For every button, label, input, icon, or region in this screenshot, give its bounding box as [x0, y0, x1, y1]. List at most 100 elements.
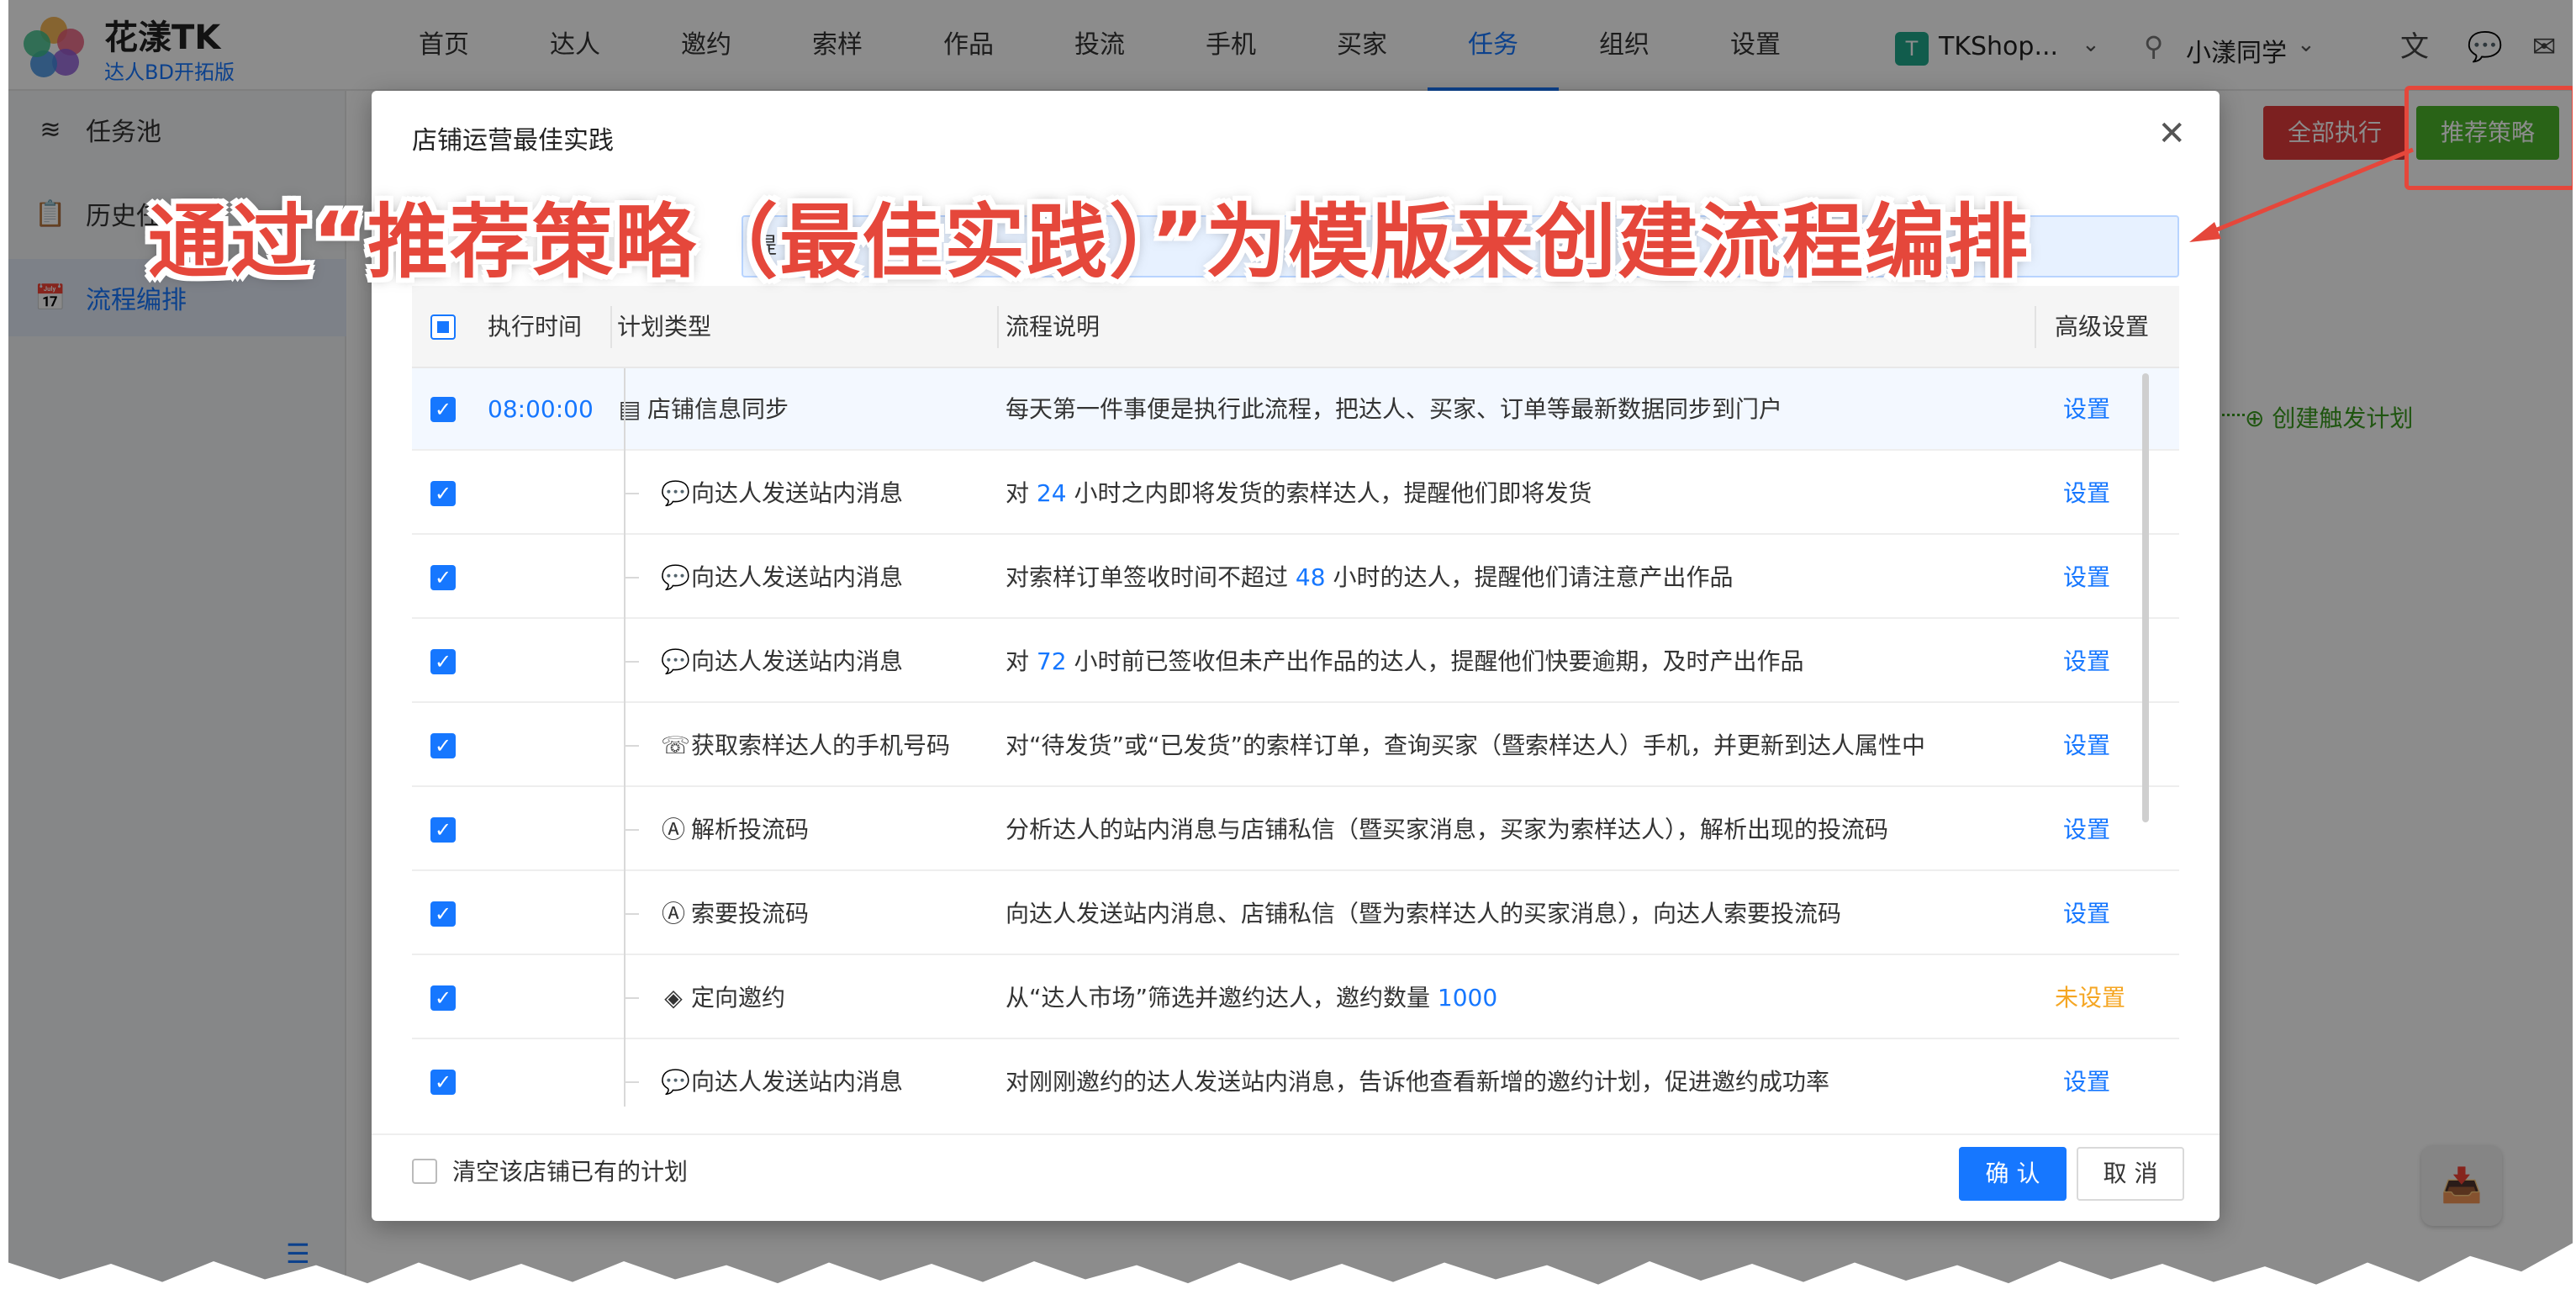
tree-branch	[624, 913, 639, 915]
clear-existing-label: 清空该店铺已有的计划	[452, 1158, 689, 1186]
contact-card-icon: ☏	[661, 732, 691, 759]
exec-time[interactable]: 08:00:00	[488, 368, 594, 451]
description-text: 小时前已签收但未产出作品的达人，提醒他们快要逾期，及时产出作品	[1066, 647, 1804, 675]
plan-type: ▤ 店铺信息同步	[617, 368, 789, 451]
table-row[interactable]: ✓ ◈ 定向邀约 从“达人市场”筛选并邀约达人，邀约数量 1000 未设置	[412, 957, 2179, 1039]
row-checkbox[interactable]: ✓	[430, 1070, 456, 1095]
plan-description: 对“待发货”或“已发货”的索样订单，查询买家（暨索样达人）手机，并更新到达人属性…	[1006, 705, 1925, 787]
plan-type: Ⓐ 解析投流码	[661, 789, 809, 871]
select-all-checkbox[interactable]	[430, 314, 456, 340]
screenshot-frame: 花漾TK 达人BD开拓版 首页 达人 邀约 索样 作品 投流 手机 买家 任务 组织 设置 T TK…	[8, 0, 2573, 1285]
tree-branch	[624, 997, 639, 999]
tree-branch	[624, 577, 639, 579]
plan-description: 从“达人市场”筛选并邀约达人，邀约数量 1000	[1006, 957, 1497, 1039]
description-text: 分析达人的站内消息与店铺私信（暨买家消息，买家为索样达人），解析出现的投流码	[1006, 816, 1889, 843]
scrollbar[interactable]	[2142, 373, 2149, 822]
dialog-title: 店铺运营最佳实践	[412, 126, 614, 156]
description-text: 对索样订单签收时间不超过	[1006, 563, 1296, 591]
description-text: 对刚刚邀约的达人发送站内消息，告诉他查看新增的邀约计划，促进邀约成功率	[1006, 1068, 1830, 1096]
table-row[interactable]: ✓ 💬向达人发送站内消息 对 72 小时前已签收但未产出作品的达人，提醒他们快要逾期…	[412, 621, 2179, 703]
row-checkbox[interactable]: ✓	[430, 481, 456, 506]
settings-link[interactable]: 设置	[2063, 873, 2110, 955]
table-row[interactable]: ✓ 08:00:00 ▤ 店铺信息同步 每天第一件事便是执行此流程，把达人、买家、订单等…	[412, 368, 2179, 451]
annotation-text: 通过“推荐策略（最佳实践）”为模版来创建流程编排	[148, 195, 2030, 289]
table-header: 执行时间 计划类型 流程说明 高级设置	[412, 286, 2179, 368]
document-icon: ▤	[618, 395, 641, 423]
plan-type-label: 解析投流码	[691, 816, 810, 843]
column-divider	[610, 306, 612, 348]
callout-highlight-box	[2404, 86, 2573, 190]
plan-type-label: 定向邀约	[691, 984, 786, 1012]
ad-code-icon: Ⓐ	[661, 900, 685, 927]
plan-type-label: 向达人发送站内消息	[691, 563, 904, 591]
confirm-button[interactable]: 确 认	[1959, 1147, 2067, 1201]
tree-branch	[624, 1081, 639, 1083]
tree-branch	[624, 829, 639, 831]
plan-description: 对 24 小时之内即将发货的索样达人，提醒他们即将发货	[1006, 452, 1592, 535]
settings-link[interactable]: 设置	[2063, 705, 2110, 787]
table-row[interactable]: ✓ 💬向达人发送站内消息 对 24 小时之内即将发货的索样达人，提醒他们即将发货 设置	[412, 452, 2179, 535]
settings-link[interactable]: 设置	[2063, 368, 2110, 451]
col-desc: 流程说明	[1006, 313, 1101, 341]
plan-type-label: 索要投流码	[691, 900, 810, 927]
callout-arrow	[2189, 147, 2414, 242]
footer-divider	[372, 1133, 2220, 1135]
settings-link[interactable]: 设置	[2063, 621, 2110, 703]
table-row[interactable]: ✓ 💬向达人发送站内消息 对索样订单签收时间不超过 48 小时的达人，提醒他们请注意…	[412, 536, 2179, 619]
plan-type: ◈ 定向邀约	[661, 957, 785, 1039]
plan-description: 对刚刚邀约的达人发送站内消息，告诉他查看新增的邀约计划，促进邀约成功率	[1006, 1041, 1829, 1107]
plan-type: ☏获取索样达人的手机号码	[661, 705, 950, 787]
description-text: 从“达人市场”筛选并邀约达人，邀约数量	[1006, 984, 1438, 1012]
table-row[interactable]: ✓ 💬向达人发送站内消息 对刚刚邀约的达人发送站内消息，告诉他查看新增的邀约计划，促…	[412, 1041, 2179, 1107]
col-settings: 高级设置	[2055, 313, 2150, 341]
table-row[interactable]: ✓ ☏获取索样达人的手机号码 对“待发货”或“已发货”的索样订单，查询买家（暨索样达…	[412, 705, 2179, 787]
plan-description: 对索样订单签收时间不超过 48 小时的达人，提醒他们请注意产出作品	[1006, 536, 1733, 619]
row-checkbox[interactable]: ✓	[430, 817, 456, 843]
description-text: 向达人发送站内消息、店铺私信（暨为索样达人的买家消息），向达人索要投流码	[1006, 900, 1842, 927]
row-checkbox[interactable]: ✓	[430, 565, 456, 590]
description-text: 对	[1006, 647, 1037, 675]
plan-description: 向达人发送站内消息、店铺私信（暨为索样达人的买家消息），向达人索要投流码	[1006, 873, 1841, 955]
settings-link[interactable]: 设置	[2063, 789, 2110, 871]
message-icon: 💬	[661, 1068, 690, 1096]
tag-icon: ◈	[664, 984, 683, 1012]
plan-description: 分析达人的站内消息与店铺私信（暨买家消息，买家为索样达人），解析出现的投流码	[1006, 789, 1888, 871]
description-text: 对	[1006, 479, 1037, 507]
tree-connector	[624, 368, 626, 1107]
table-row[interactable]: ✓ Ⓐ 索要投流码 向达人发送站内消息、店铺私信（暨为索样达人的买家消息），向达人索要…	[412, 873, 2179, 955]
row-checkbox[interactable]: ✓	[430, 901, 456, 927]
tree-branch	[624, 493, 639, 494]
message-icon: 💬	[661, 479, 690, 507]
plan-type-label: 向达人发送站内消息	[691, 479, 904, 507]
plan-type-label: 店铺信息同步	[647, 395, 789, 423]
row-checkbox[interactable]: ✓	[430, 733, 456, 758]
settings-link[interactable]: 设置	[2063, 1041, 2110, 1107]
param-value[interactable]: 1000	[1438, 984, 1497, 1012]
col-time: 执行时间	[488, 313, 583, 341]
description-text: 小时之内即将发货的索样达人，提醒他们即将发货	[1066, 479, 1592, 507]
description-text: 小时的达人，提醒他们请注意产出作品	[1325, 563, 1734, 591]
row-checkbox[interactable]: ✓	[430, 649, 456, 674]
plan-type-label: 获取索样达人的手机号码	[691, 732, 951, 759]
settings-link[interactable]: 设置	[2063, 452, 2110, 535]
plan-type-label: 向达人发送站内消息	[691, 647, 904, 675]
clear-existing-checkbox[interactable]	[412, 1159, 437, 1184]
settings-link[interactable]: 未设置	[2055, 957, 2125, 1039]
plan-type: 💬向达人发送站内消息	[661, 621, 903, 703]
settings-link[interactable]: 设置	[2063, 536, 2110, 619]
plan-type: 💬向达人发送站内消息	[661, 536, 903, 619]
ad-code-icon: Ⓐ	[661, 816, 685, 843]
row-checkbox[interactable]: ✓	[430, 397, 456, 422]
message-icon: 💬	[661, 647, 690, 675]
param-value[interactable]: 48	[1296, 563, 1326, 591]
message-icon: 💬	[661, 563, 690, 591]
tree-branch	[624, 661, 639, 663]
plan-type: Ⓐ 索要投流码	[661, 873, 809, 955]
description-text: 每天第一件事便是执行此流程，把达人、买家、订单等最新数据同步到门户	[1006, 395, 1783, 423]
cancel-button[interactable]: 取 消	[2077, 1147, 2184, 1201]
param-value[interactable]: 72	[1037, 647, 1067, 675]
param-value[interactable]: 24	[1037, 479, 1067, 507]
plan-type: 💬向达人发送站内消息	[661, 1041, 903, 1107]
table-row[interactable]: ✓ Ⓐ 解析投流码 分析达人的站内消息与店铺私信（暨买家消息，买家为索样达人），解析出…	[412, 789, 2179, 871]
row-checkbox[interactable]: ✓	[430, 985, 456, 1011]
